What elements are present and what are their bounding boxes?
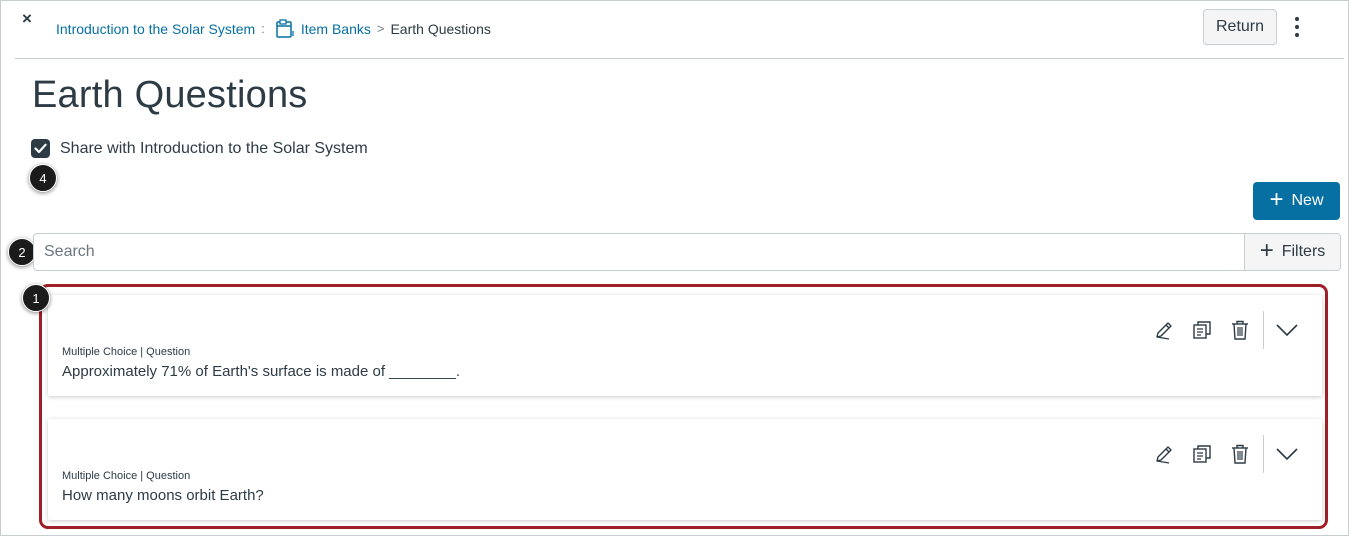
filters-button[interactable]: + Filters <box>1244 234 1340 270</box>
search-input[interactable] <box>44 241 1164 263</box>
share-checkbox[interactable] <box>31 139 50 158</box>
breadcrumb: Introduction to the Solar System : Item … <box>56 19 491 39</box>
question-text[interactable]: How many moons orbit Earth? <box>62 487 264 504</box>
page-title: Earth Questions <box>32 74 308 116</box>
copy-icon[interactable] <box>1183 315 1221 345</box>
question-type: Multiple Choice | Question <box>62 470 191 482</box>
copy-icon[interactable] <box>1183 439 1221 469</box>
return-button[interactable]: Return <box>1203 9 1277 45</box>
item-bank-icon <box>275 19 295 39</box>
question-actions <box>1145 435 1306 473</box>
trash-icon[interactable] <box>1221 315 1259 345</box>
chevron-down-icon[interactable] <box>1268 315 1306 345</box>
trash-icon[interactable] <box>1221 439 1259 469</box>
question-type: Multiple Choice | Question <box>62 346 191 358</box>
pencil-icon[interactable] <box>1145 439 1183 469</box>
close-icon[interactable]: × <box>22 10 32 28</box>
question-actions <box>1145 311 1306 349</box>
question-text[interactable]: Approximately 71% of Earth's surface is … <box>62 363 460 380</box>
breadcrumb-current: Earth Questions <box>390 21 491 37</box>
checkmark-icon <box>34 143 47 154</box>
filters-button-label: Filters <box>1281 243 1326 260</box>
chevron-down-icon[interactable] <box>1268 439 1306 469</box>
actions-divider <box>1263 311 1264 349</box>
question-card: Multiple Choice | Question Approximately… <box>48 295 1322 396</box>
question-card: Multiple Choice | Question How many moon… <box>48 419 1322 520</box>
new-button-label: New <box>1291 192 1324 209</box>
header-divider <box>15 58 1344 59</box>
breadcrumb-chevron-icon: > <box>376 21 385 36</box>
new-question-button[interactable]: + New <box>1253 182 1340 220</box>
callout-badge-2: 2 <box>8 238 36 266</box>
breadcrumb-course-link[interactable]: Introduction to the Solar System <box>56 20 255 38</box>
callout-badge-1: 1 <box>22 284 50 312</box>
share-label: Share with Introduction to the Solar Sys… <box>60 140 368 157</box>
pencil-icon[interactable] <box>1145 315 1183 345</box>
breadcrumb-item-banks-link[interactable]: Item Banks <box>301 20 371 38</box>
plus-icon: + <box>1269 186 1284 213</box>
callout-badge-4: 4 <box>29 164 57 192</box>
plus-icon: + <box>1259 237 1274 264</box>
actions-divider <box>1263 435 1264 473</box>
kebab-menu-icon[interactable] <box>1288 14 1306 40</box>
breadcrumb-separator: : <box>261 21 265 36</box>
